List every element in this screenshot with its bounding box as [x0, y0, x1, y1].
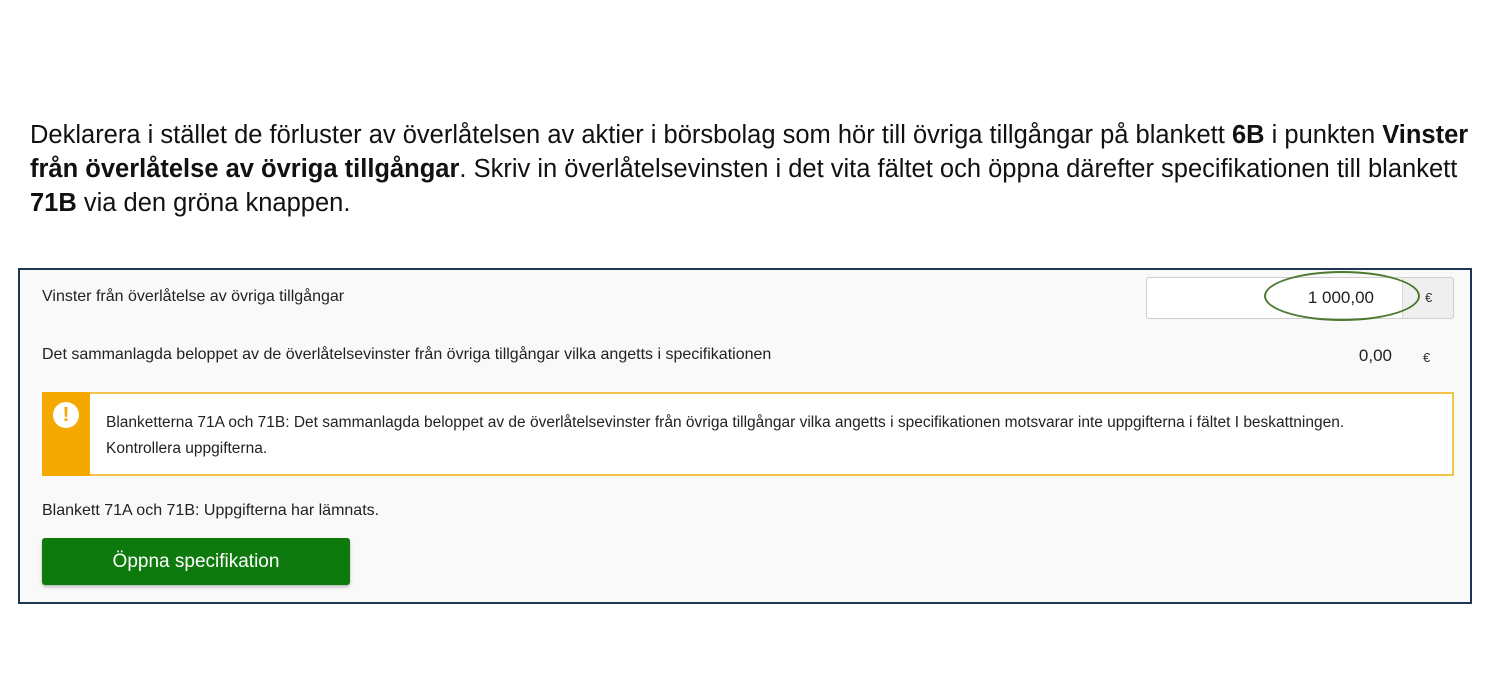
instruction-part: Deklarera i stället de förluster av över…: [30, 121, 1232, 149]
exclamation-circle-icon: !: [53, 402, 79, 428]
gains-input[interactable]: [1147, 278, 1403, 318]
instruction-part: via den gröna knappen.: [76, 189, 351, 217]
total-label: Det sammanlagda beloppet av de överlåtel…: [42, 346, 772, 363]
total-value: 0,00: [1358, 346, 1392, 365]
gains-label: Vinster från överlåtelse av övriga tillg…: [42, 288, 345, 305]
total-currency-unit: €: [1423, 350, 1431, 365]
status-message: Blankett 71A och 71B: Uppgifterna har lä…: [42, 502, 380, 519]
instruction-part: . Skriv in överlåtelsevinsten i det vita…: [459, 155, 1458, 183]
warning-message: Blanketterna 71A och 71B: Det sammanlagd…: [106, 414, 1345, 457]
warning-accent-bar: !: [42, 392, 90, 476]
instruction-form-6b: 6B: [1231, 121, 1265, 149]
gains-field: €: [1146, 277, 1454, 319]
currency-unit: €: [1425, 290, 1433, 305]
warning-alert: ! Blanketterna 71A och 71B: Det sammanla…: [42, 392, 1454, 476]
open-specification-button[interactable]: Öppna specifikation: [42, 538, 350, 585]
instruction-text: Deklarera i stället de förluster av över…: [30, 118, 1470, 220]
form-panel: Vinster från överlåtelse av övriga tillg…: [18, 268, 1472, 604]
instruction-form-71b: 71B: [30, 189, 77, 217]
instruction-part: i punkten: [1264, 121, 1383, 149]
